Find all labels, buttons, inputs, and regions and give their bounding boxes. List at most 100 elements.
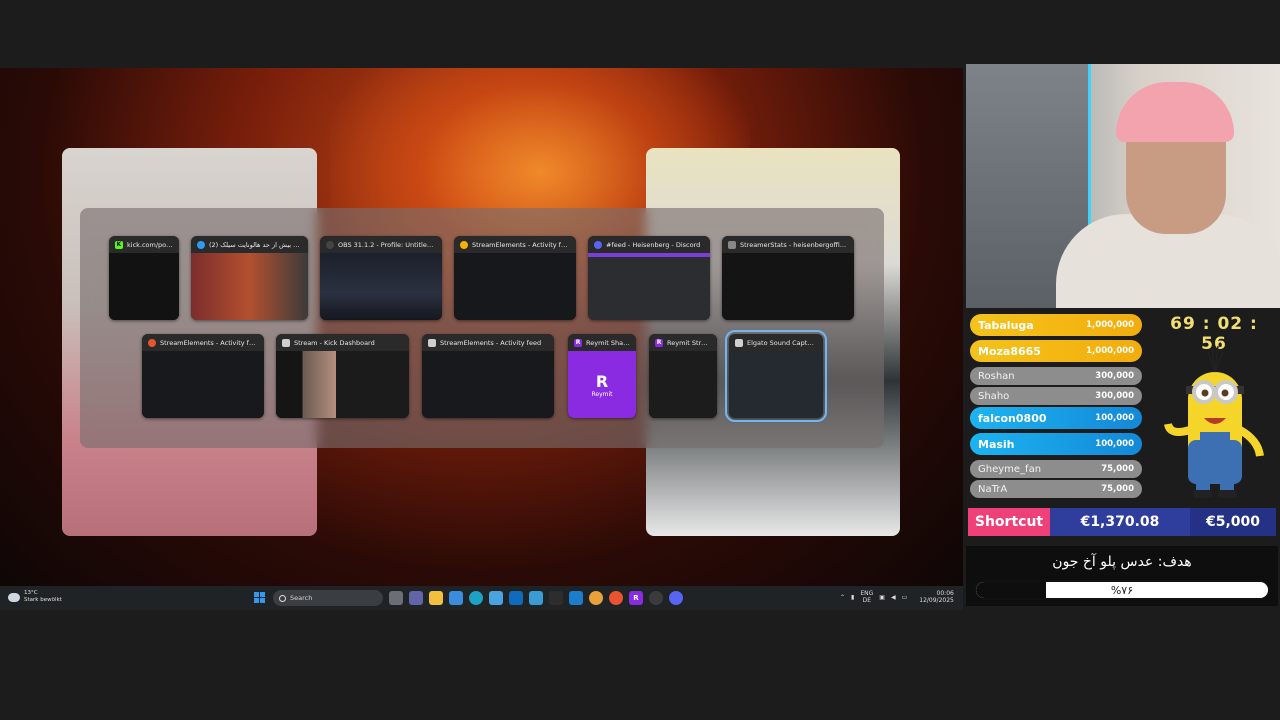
weather-desc: Stark bewölkt <box>24 597 62 603</box>
chevron-up-icon[interactable]: ⌃ <box>840 594 845 601</box>
window-thumb-streamelements-3[interactable]: StreamElements - Activity feed <box>422 334 554 418</box>
window-thumb-discord[interactable]: #feed - Heisenberg - Discord <box>588 236 710 320</box>
snipping-tool-icon[interactable] <box>529 591 543 605</box>
system-tray: ⌃ ▮ ENG DE ▣ ◀ ▭ 00:06 12/09/2025 <box>840 590 954 604</box>
discord-icon[interactable] <box>669 591 683 605</box>
store-icon[interactable] <box>449 591 463 605</box>
edge-icon <box>197 240 205 249</box>
battery-icon[interactable]: ▭ <box>902 594 908 601</box>
goal-percent: %۷۶ <box>1110 584 1134 597</box>
window-title: kick.com/popo... <box>127 240 173 249</box>
streamer-cap <box>1116 82 1234 142</box>
donor-row: Shaho 300,000 <box>970 387 1142 405</box>
file-explorer-icon[interactable] <box>429 591 443 605</box>
goal-label: Shortcut <box>968 508 1050 536</box>
window-thumb-streamerstats[interactable]: StreamerStats - heisenbergofficial Prof.… <box>722 236 854 320</box>
donor-name: Shaho <box>978 390 1010 402</box>
donor-amount: 1,000,000 <box>1086 320 1134 330</box>
donor-amount: 300,000 <box>1095 391 1134 401</box>
window-title: StreamElements - Activity feed <box>440 338 542 347</box>
goal-current: €1,370.08 <box>1050 508 1190 536</box>
window-thumb-reymit-stream[interactable]: R Reymit Stream... <box>649 334 717 418</box>
reymit-icon: R <box>574 338 582 347</box>
obs-icon[interactable] <box>649 591 663 605</box>
window-title: OBS 31.1.2 - Profile: Untitled - Sce... <box>338 240 436 249</box>
window-title: StreamElements - Activity feed —... <box>160 338 258 347</box>
donor-amount: 75,000 <box>1101 464 1134 474</box>
firefox-icon <box>148 338 156 347</box>
donor-amount: 75,000 <box>1101 484 1134 494</box>
terminal-icon[interactable] <box>549 591 563 605</box>
donor-row: Tabaluga 1,000,000 <box>970 314 1142 336</box>
search-icon <box>279 594 286 602</box>
task-view-icon[interactable] <box>389 591 403 605</box>
window-title: Stream - Kick Dashboard <box>294 338 375 347</box>
window-thumb-streamelements-2[interactable]: StreamElements - Activity feed —... <box>142 334 264 418</box>
volume-icon[interactable]: ◀ <box>891 594 896 601</box>
photos-icon[interactable] <box>489 591 503 605</box>
donor-amount: 100,000 <box>1095 413 1134 423</box>
teams-icon[interactable] <box>409 591 423 605</box>
language-indicator[interactable]: ENG DE <box>860 590 873 604</box>
edge-icon[interactable] <box>469 591 483 605</box>
donor-row: Roshan 300,000 <box>970 367 1142 385</box>
firefox-icon[interactable] <box>609 591 623 605</box>
donor-amount: 1,000,000 <box>1086 346 1134 356</box>
donor-name: Moza8665 <box>978 344 1041 358</box>
window-thumb-streamelements[interactable]: StreamElements - Activity feed - G... <box>454 236 576 320</box>
minion-mascot <box>1164 345 1264 498</box>
cloud-icon <box>8 592 20 602</box>
reymit-icon[interactable]: R <box>629 591 643 605</box>
windows-start-icon[interactable] <box>254 592 266 604</box>
kick-icon: K <box>115 240 123 249</box>
window-icon <box>428 338 436 347</box>
captured-desktop: Kkick.com/popo... (2) سختی بیش از حد هال… <box>0 68 963 608</box>
stream-frame: Kkick.com/popo... (2) سختی بیش از حد هال… <box>0 0 1280 720</box>
lang-top: ENG <box>860 590 874 597</box>
task-switcher: Kkick.com/popo... (2) سختی بیش از حد هال… <box>80 208 884 448</box>
window-title: StreamElements - Activity feed - G... <box>472 240 570 249</box>
donor-name: falcon0800 <box>978 411 1047 425</box>
reymit-logo-letter: R <box>595 371 609 391</box>
goal-title: هدف: عدس پلو آخ جون <box>1052 554 1192 570</box>
chrome-icon <box>460 240 468 249</box>
donor-name: NaTrA <box>978 483 1008 495</box>
window-title: Elgato Sound Capture <box>747 338 817 347</box>
chrome-icon[interactable] <box>589 591 603 605</box>
window-icon <box>735 338 743 347</box>
webcam-feed <box>966 64 1280 308</box>
outlook-icon[interactable] <box>509 591 523 605</box>
window-thumb-reymit-sharing[interactable]: R Reymit Sharing... R Reymit <box>568 334 636 418</box>
lang-bottom: DE <box>862 597 872 604</box>
pinned-apps: R <box>389 591 683 605</box>
donor-row: falcon0800 100,000 <box>970 407 1142 429</box>
window-thumb-elgato-sound-capture[interactable]: Elgato Sound Capture <box>725 330 827 422</box>
reymit-logo-text: Reymit <box>591 390 613 398</box>
taskbar-search[interactable]: Search <box>273 590 383 606</box>
donor-row: NaTrA 75,000 <box>970 480 1142 498</box>
donor-row: Masih 100,000 <box>970 433 1142 455</box>
window-thumb-kick[interactable]: Kkick.com/popo... <box>109 236 179 320</box>
vscode-icon[interactable] <box>569 591 583 605</box>
window-thumb-kick-dashboard[interactable]: Stream - Kick Dashboard <box>276 334 409 418</box>
donor-amount: 300,000 <box>1095 371 1134 381</box>
goal-progress-track: %۷۶ <box>974 580 1270 600</box>
reymit-icon: R <box>655 338 663 347</box>
secondary-goal: هدف: عدس پلو آخ جون %۷۶ <box>966 546 1278 606</box>
windows-taskbar: 13°C Stark bewölkt Search R ⌃ ▮ ENG DE ▣… <box>0 586 963 610</box>
weather-temp: 13°C <box>24 590 38 596</box>
weather-widget[interactable]: 13°C Stark bewölkt <box>8 590 62 604</box>
donor-name: Tabaluga <box>978 318 1034 332</box>
window-title: StreamerStats - heisenbergofficial Prof.… <box>740 240 848 249</box>
microphone-icon[interactable]: ▮ <box>851 594 854 601</box>
donor-amount: 100,000 <box>1095 439 1134 449</box>
window-title: Reymit Sharing... <box>586 338 630 347</box>
network-icon[interactable]: ▣ <box>879 594 885 601</box>
clock[interactable]: 00:06 12/09/2025 <box>919 590 954 604</box>
donor-row: Moza8665 1,000,000 <box>970 340 1142 362</box>
window-thumb-youtube[interactable]: (2) سختی بیش از حد هالونایت سیلک... <box>191 236 308 320</box>
window-thumb-obs[interactable]: OBS 31.1.2 - Profile: Untitled - Sce... <box>320 236 442 320</box>
search-label: Search <box>290 594 313 602</box>
clock-time: 00:06 <box>936 590 954 597</box>
donation-goal-bar: Shortcut €1,370.08 €5,000 <box>968 508 1276 536</box>
